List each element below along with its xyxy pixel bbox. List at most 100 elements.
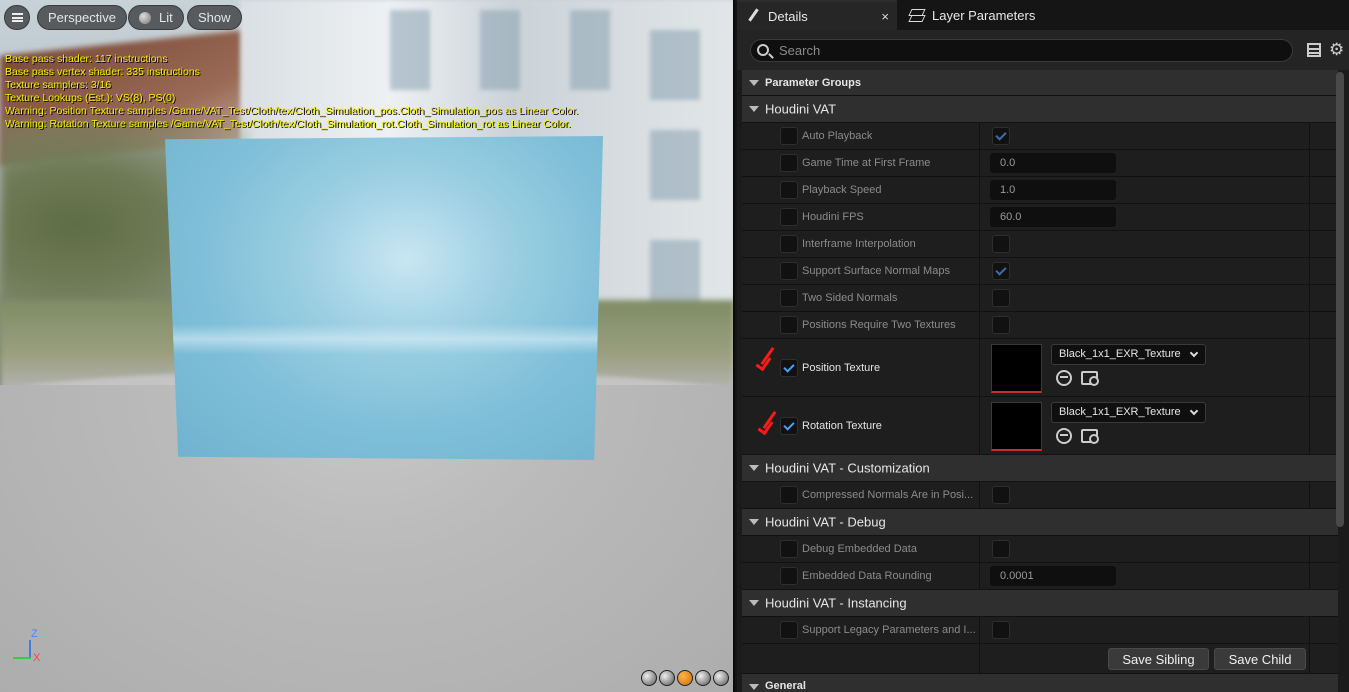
asset-picker[interactable]: Black_1x1_EXR_Texture	[1051, 402, 1206, 423]
override-checkbox[interactable]	[780, 567, 798, 585]
cylinder-shape-icon[interactable]	[641, 670, 657, 686]
param-name: Interframe Interpolation	[802, 238, 916, 250]
perspective-button[interactable]: Perspective	[37, 5, 127, 30]
param-name: Game Time at First Frame	[802, 157, 931, 169]
value-checkbox-checked[interactable]	[992, 262, 1010, 280]
override-checkbox[interactable]	[780, 208, 798, 226]
override-checkbox[interactable]	[780, 621, 798, 639]
stats-line: Base pass vertex shader: 335 instruction…	[5, 66, 200, 78]
perspective-label: Perspective	[48, 10, 116, 25]
value-checkbox[interactable]	[992, 540, 1010, 558]
preview-shape-toolbar	[641, 670, 729, 686]
category-general[interactable]: General	[742, 674, 1338, 692]
collapse-arrow-icon[interactable]	[749, 106, 759, 112]
browse-asset-icon[interactable]	[1081, 371, 1099, 386]
axis-gizmo: Z X	[8, 628, 48, 670]
collapse-arrow-icon[interactable]	[749, 79, 759, 86]
texture-thumbnail[interactable]	[991, 402, 1042, 451]
x-axis-label: X	[33, 652, 41, 664]
numeric-field[interactable]: 1.0	[990, 180, 1116, 200]
tab-layer-parameters[interactable]: Layer Parameters	[905, 0, 1035, 30]
stats-line: Texture Lookups (Est.): VS(8), PS(0)	[5, 92, 176, 104]
category-parameter-groups[interactable]: Parameter Groups	[742, 70, 1338, 96]
sphere-shape-icon[interactable]	[659, 670, 675, 686]
plane-shape-icon[interactable]	[677, 670, 693, 686]
override-checkbox[interactable]	[780, 154, 798, 172]
param-row-two-sided: Two Sided Normals	[742, 285, 1338, 312]
hamburger-icon	[11, 13, 23, 22]
use-selected-asset-icon[interactable]	[1056, 428, 1072, 444]
category-houdini-vat-debug[interactable]: Houdini VAT - Debug	[742, 509, 1338, 536]
use-selected-asset-icon[interactable]	[1056, 370, 1072, 386]
table-view-icon[interactable]	[1307, 43, 1321, 57]
collapse-arrow-icon[interactable]	[749, 519, 759, 525]
param-name: Rotation Texture	[802, 419, 882, 432]
shader-stats: Base pass shader: 117 instructions Base …	[5, 53, 578, 131]
tab-bar: Details × Layer Parameters	[737, 0, 1349, 30]
browse-asset-icon[interactable]	[1081, 429, 1099, 444]
override-checkbox[interactable]	[780, 289, 798, 307]
mesh-shape-icon[interactable]	[713, 670, 729, 686]
chevron-down-icon	[1189, 406, 1199, 416]
category-label: General	[765, 680, 806, 692]
layers-icon	[909, 8, 925, 22]
close-icon[interactable]: ×	[881, 9, 889, 24]
material-preview-viewport[interactable]: Perspective Lit Show Base pass shader: 1…	[0, 0, 735, 692]
override-checkbox[interactable]	[780, 127, 798, 145]
details-panel: Details × Layer Parameters ⚙ Parameter G…	[737, 0, 1349, 692]
save-sibling-button[interactable]: Save Sibling	[1108, 648, 1209, 670]
value-checkbox[interactable]	[992, 486, 1010, 504]
param-row-position-texture: Position Texture Black_1x1_EXR_Texture	[742, 339, 1338, 397]
red-annotation-check	[756, 348, 782, 370]
z-axis-line	[29, 640, 31, 658]
override-checkbox[interactable]	[780, 316, 798, 334]
category-label: Houdini VAT - Debug	[765, 514, 886, 530]
category-houdini-vat-customization[interactable]: Houdini VAT - Customization	[742, 455, 1338, 482]
category-houdini-vat-instancing[interactable]: Houdini VAT - Instancing	[742, 590, 1338, 617]
override-checkbox[interactable]	[780, 262, 798, 280]
override-checkbox-checked[interactable]	[780, 358, 798, 377]
param-name: Playback Speed	[802, 184, 882, 196]
numeric-field[interactable]: 0.0001	[990, 566, 1116, 586]
tab-details[interactable]: Details ×	[737, 0, 897, 30]
viewport-menu-button[interactable]	[4, 5, 30, 30]
category-label: Houdini VAT - Instancing	[765, 595, 907, 611]
value-checkbox[interactable]	[992, 289, 1010, 307]
lit-mode-button[interactable]: Lit	[128, 5, 184, 30]
override-checkbox[interactable]	[780, 235, 798, 253]
search-input[interactable]	[779, 40, 1279, 61]
override-checkbox-checked[interactable]	[780, 416, 798, 435]
collapse-arrow-icon[interactable]	[749, 465, 759, 471]
param-name: Embedded Data Rounding	[802, 570, 932, 582]
category-houdini-vat[interactable]: Houdini VAT	[742, 96, 1338, 123]
override-checkbox[interactable]	[780, 540, 798, 558]
param-row-surface-normal: Support Surface Normal Maps	[742, 258, 1338, 285]
collapse-arrow-icon[interactable]	[749, 683, 759, 690]
numeric-field[interactable]: 60.0	[990, 207, 1116, 227]
param-row-legacy-params: Support Legacy Parameters and I...	[742, 617, 1338, 644]
category-label: Houdini VAT	[765, 101, 837, 117]
y-axis-line	[13, 657, 31, 659]
tab-layer-parameters-label: Layer Parameters	[932, 7, 1036, 23]
search-box[interactable]	[750, 39, 1293, 62]
value-checkbox[interactable]	[992, 316, 1010, 334]
override-checkbox[interactable]	[780, 181, 798, 199]
cloth-mesh-preview	[165, 136, 603, 460]
save-child-button[interactable]: Save Child	[1214, 648, 1306, 670]
value-checkbox[interactable]	[992, 235, 1010, 253]
param-name: Positions Require Two Textures	[802, 319, 956, 331]
collapse-arrow-icon[interactable]	[749, 600, 759, 606]
texture-thumbnail[interactable]	[991, 344, 1042, 393]
gear-icon[interactable]: ⚙	[1329, 42, 1344, 59]
asset-name: Black_1x1_EXR_Texture	[1059, 406, 1181, 418]
param-row-compressed-normals: Compressed Normals Are in Posi...	[742, 482, 1338, 509]
override-checkbox[interactable]	[780, 486, 798, 504]
vertical-scrollbar[interactable]	[1336, 72, 1344, 527]
value-checkbox-checked[interactable]	[992, 127, 1010, 145]
asset-picker[interactable]: Black_1x1_EXR_Texture	[1051, 344, 1206, 365]
numeric-field[interactable]: 0.0	[990, 153, 1116, 173]
cube-shape-icon[interactable]	[695, 670, 711, 686]
show-button[interactable]: Show	[187, 5, 242, 30]
param-name: Auto Playback	[802, 130, 873, 142]
value-checkbox[interactable]	[992, 621, 1010, 639]
